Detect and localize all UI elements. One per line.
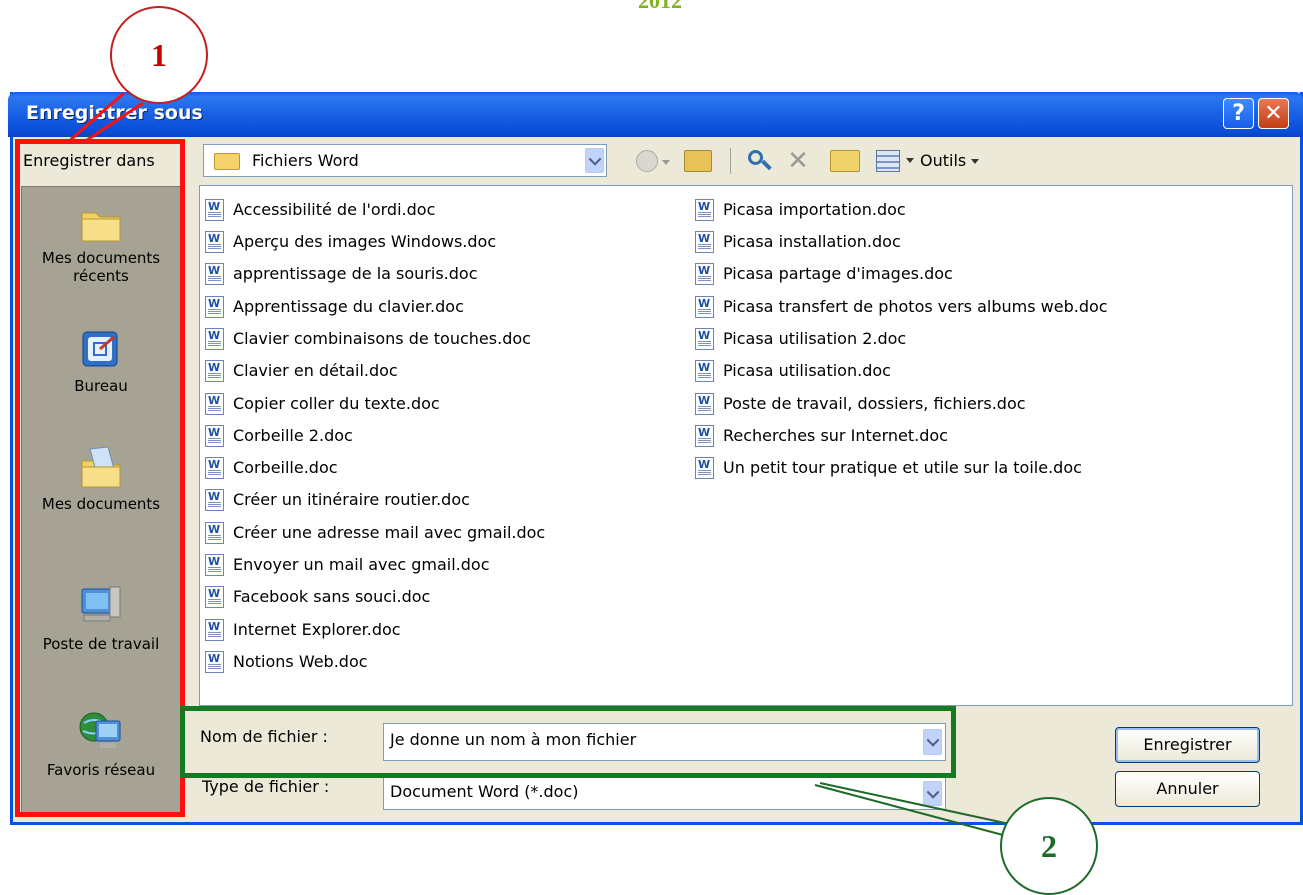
callout-lines	[67, 91, 1006, 836]
callout-2: 2	[1000, 797, 1098, 895]
callout-1: 1	[110, 6, 208, 104]
callout-2-pointer	[814, 784, 1004, 836]
callout-2-pointer	[819, 782, 1006, 824]
callout-1-pointer	[83, 101, 144, 144]
